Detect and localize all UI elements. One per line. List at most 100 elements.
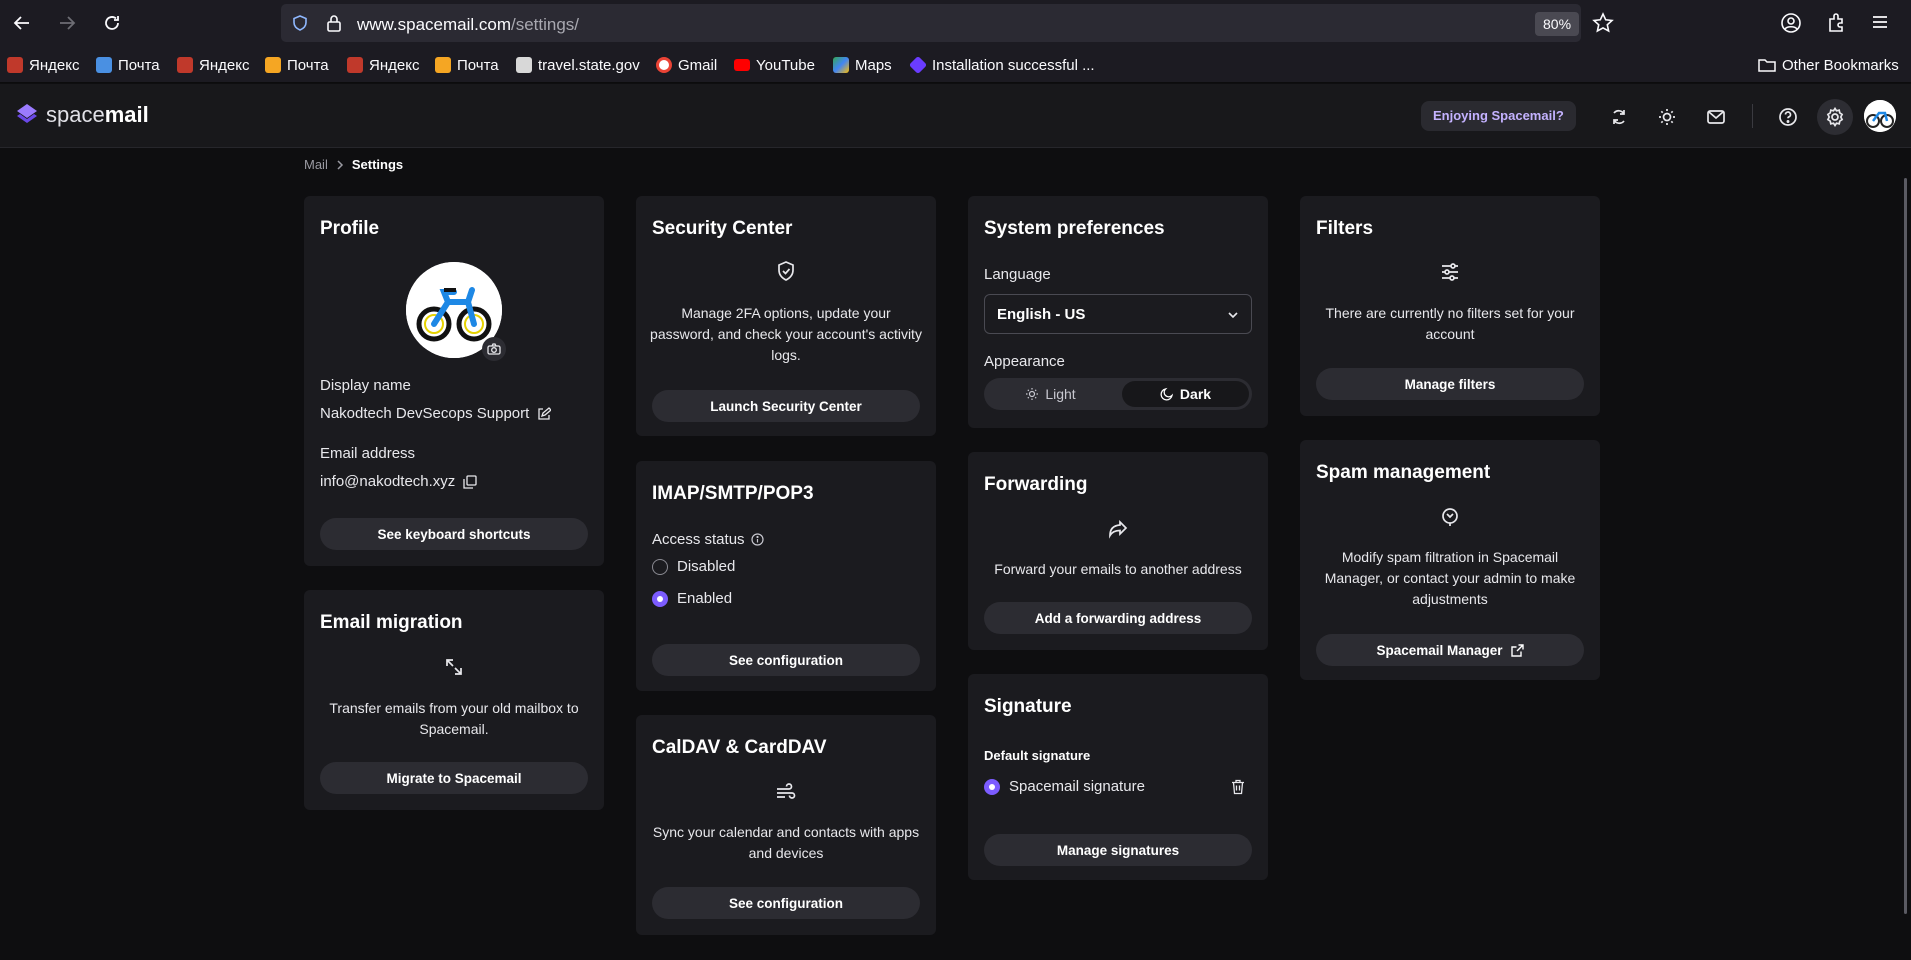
- bookmarks-bar: Яндекс Почта Яндекс Почта Яндекс Почта t…: [0, 47, 1911, 83]
- zoom-level-badge[interactable]: 80%: [1535, 12, 1580, 36]
- launch-security-center-button[interactable]: Launch Security Center: [652, 390, 920, 422]
- radio-button[interactable]: [652, 558, 668, 575]
- spam-filter-icon: [1439, 506, 1461, 533]
- bookmark-item[interactable]: Installation successful ...: [908, 55, 1095, 75]
- chevron-down-icon: [1228, 312, 1238, 319]
- access-disabled-radio[interactable]: Disabled: [652, 558, 735, 575]
- email-migration-card: Email migration Transfer emails from you…: [304, 590, 604, 810]
- radio-button-selected[interactable]: [984, 778, 1000, 795]
- travel-state-gov-icon: [516, 57, 532, 73]
- filters-card: Filters There are currently no filters s…: [1300, 196, 1600, 416]
- access-status-label: Access status: [652, 531, 764, 548]
- info-icon[interactable]: [750, 533, 764, 546]
- profile-card: Profile Display name Nakodtech DevSecops…: [304, 196, 604, 566]
- breadcrumb-mail-link[interactable]: Mail: [304, 157, 328, 172]
- bookmark-star-icon[interactable]: [1592, 12, 1614, 39]
- bookmark-item[interactable]: Яндекс: [177, 56, 249, 74]
- user-avatar[interactable]: [1864, 100, 1896, 132]
- bookmark-item[interactable]: Почта: [435, 56, 499, 74]
- edit-icon[interactable]: [537, 406, 552, 421]
- tracking-shield-icon[interactable]: [291, 14, 309, 37]
- header-divider: [1752, 104, 1753, 128]
- add-forwarding-address-button[interactable]: Add a forwarding address: [984, 602, 1252, 634]
- bookmark-item[interactable]: Maps: [833, 56, 892, 74]
- card-title: Spam management: [1316, 462, 1491, 483]
- bookmark-item[interactable]: Яндекс: [7, 56, 79, 74]
- youtube-icon: [734, 59, 750, 71]
- copy-icon[interactable]: [463, 474, 477, 489]
- breadcrumb: Mail Settings: [304, 157, 403, 172]
- light-theme-option[interactable]: Light: [987, 381, 1114, 407]
- radio-button-selected[interactable]: [652, 590, 668, 607]
- trash-icon[interactable]: [1231, 779, 1245, 800]
- language-select[interactable]: English - US: [984, 294, 1252, 334]
- theme-sun-icon[interactable]: [1656, 106, 1678, 128]
- caldav-see-configuration-button[interactable]: See configuration: [652, 887, 920, 919]
- card-description: Forward your emails to another address: [994, 561, 1242, 577]
- manage-signatures-button[interactable]: Manage signatures: [984, 834, 1252, 866]
- card-title: Filters: [1316, 218, 1374, 239]
- manage-filters-button[interactable]: Manage filters: [1316, 368, 1584, 400]
- account-icon[interactable]: [1780, 12, 1802, 39]
- security-center-card: Security Center Manage 2FA options, upda…: [636, 196, 936, 436]
- signature-item[interactable]: Spacemail signature: [984, 778, 1145, 795]
- other-bookmarks[interactable]: Other Bookmarks: [1758, 56, 1899, 74]
- dark-theme-option[interactable]: Dark: [1122, 381, 1249, 407]
- installation-icon: [908, 55, 928, 75]
- spacemail-logo[interactable]: spacemail: [14, 102, 149, 128]
- spacemail-manager-button[interactable]: Spacemail Manager: [1316, 634, 1584, 666]
- help-icon[interactable]: [1777, 106, 1799, 128]
- display-name-label: Display name: [320, 377, 411, 394]
- bookmark-item[interactable]: travel.state.gov: [516, 56, 640, 74]
- browser-toolbar: www.spacemail.com/settings/ 80%: [0, 0, 1911, 47]
- imap-see-configuration-button[interactable]: See configuration: [652, 644, 920, 676]
- moon-icon: [1160, 387, 1174, 401]
- bookmark-item[interactable]: Gmail: [656, 56, 717, 74]
- enjoying-spacemail-button[interactable]: Enjoying Spacemail?: [1421, 101, 1576, 131]
- url-text: www.spacemail.com/settings/: [357, 15, 580, 34]
- bookmark-item[interactable]: Почта: [265, 56, 329, 74]
- mail-icon[interactable]: [1705, 106, 1727, 128]
- menu-icon[interactable]: [1870, 12, 1890, 37]
- yandex-icon: [347, 57, 363, 73]
- card-description: Manage 2FA options, update your password…: [650, 305, 922, 363]
- system-preferences-card: System preferences Language English - US…: [968, 196, 1268, 428]
- breadcrumb-current: Settings: [351, 157, 404, 172]
- forward-icon[interactable]: [51, 7, 83, 39]
- page-scrollbar[interactable]: [1904, 178, 1907, 914]
- forwarding-card: Forwarding Forward your emails to anothe…: [968, 452, 1268, 650]
- card-title: Signature: [984, 696, 1072, 717]
- reload-icon[interactable]: [96, 7, 128, 39]
- imap-smtp-pop3-card: IMAP/SMTP/POP3 Access status Disabled En…: [636, 461, 936, 691]
- gear-icon[interactable]: [1824, 106, 1846, 128]
- url-bar[interactable]: www.spacemail.com/settings/ 80%: [281, 4, 1581, 42]
- email-text: info@nakodtech.xyz: [320, 473, 456, 490]
- back-icon[interactable]: [6, 7, 38, 39]
- default-signature-label: Default signature: [984, 748, 1091, 763]
- appearance-label: Appearance: [984, 353, 1065, 370]
- switch-app-icon[interactable]: [1608, 106, 1630, 128]
- card-description: Sync your calendar and contacts with app…: [652, 824, 920, 861]
- mail-icon: [435, 57, 451, 73]
- card-description: There are currently no filters set for y…: [1325, 305, 1575, 342]
- extensions-icon[interactable]: [1826, 12, 1848, 39]
- lock-icon[interactable]: [326, 14, 342, 37]
- migrate-to-spacemail-button[interactable]: Migrate to Spacemail: [320, 762, 588, 794]
- card-description: Transfer emails from your old mailbox to…: [329, 700, 579, 737]
- camera-icon[interactable]: [482, 337, 506, 361]
- forward-arrow-icon: [1107, 518, 1129, 545]
- bookmark-item[interactable]: YouTube: [734, 56, 815, 74]
- access-enabled-radio[interactable]: Enabled: [652, 590, 732, 607]
- card-title: Profile: [320, 218, 380, 239]
- appearance-toggle: Light Dark: [984, 378, 1252, 410]
- see-keyboard-shortcuts-button[interactable]: See keyboard shortcuts: [320, 518, 588, 550]
- card-description: Modify spam filtration in Spacemail Mana…: [1324, 549, 1576, 607]
- display-name-text: Nakodtech DevSecops Support: [320, 405, 530, 422]
- bookmark-item[interactable]: Яндекс: [347, 56, 419, 74]
- sync-wind-icon: [775, 781, 797, 808]
- spacemail-logo-icon: [17, 104, 37, 123]
- signature-card: Signature Default signature Spacemail si…: [968, 674, 1268, 880]
- bookmark-item[interactable]: Почта: [96, 56, 160, 74]
- card-title: Forwarding: [984, 474, 1088, 495]
- card-title: CalDAV & CardDAV: [652, 737, 827, 758]
